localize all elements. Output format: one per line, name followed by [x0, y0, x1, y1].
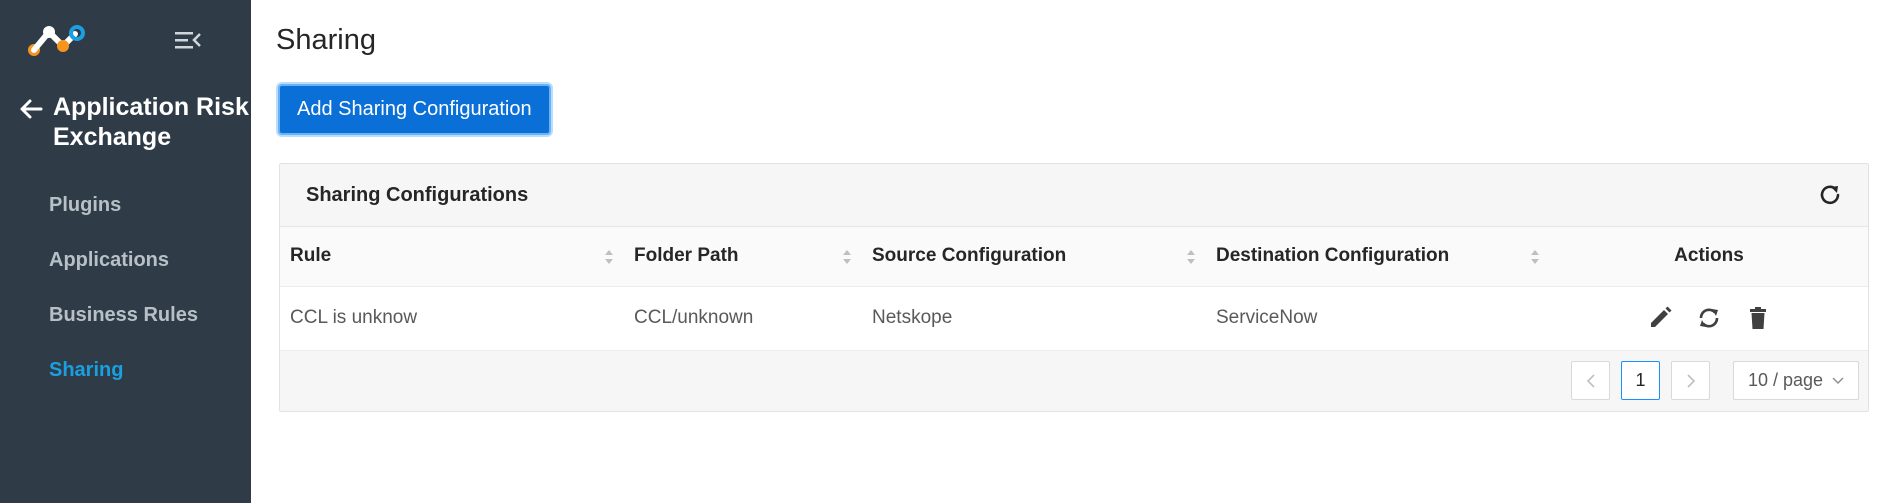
- column-header-label: Destination Configuration: [1216, 245, 1450, 267]
- table-row: CCL is unknow CCL/unknown Netskope Servi…: [280, 286, 1868, 351]
- sync-icon[interactable]: [1696, 305, 1722, 331]
- column-header-rule[interactable]: Rule: [280, 227, 624, 287]
- pagination: 1 10 / page: [1560, 361, 1859, 400]
- table-header-row: Rule Folder Path Source Configuration De…: [280, 227, 1868, 287]
- sharing-configurations-card: Sharing Configurations Rule Folder Path …: [279, 163, 1869, 412]
- add-sharing-configuration-button[interactable]: Add Sharing Configuration: [278, 84, 551, 135]
- main-content: Sharing Add Sharing Configuration Sharin…: [251, 0, 1892, 503]
- arrow-left-icon[interactable]: [18, 96, 44, 122]
- app: Application Risk Exchange Plugins Applic…: [0, 0, 1892, 503]
- sort-icon[interactable]: [842, 248, 852, 266]
- chevron-left-icon: [1586, 373, 1595, 388]
- column-header-label: Source Configuration: [872, 245, 1067, 267]
- sort-icon[interactable]: [604, 248, 614, 266]
- cell-folder-path: CCL/unknown: [624, 286, 862, 351]
- column-header-source-configuration[interactable]: Source Configuration: [862, 227, 1206, 287]
- page-button-1[interactable]: 1: [1621, 361, 1660, 400]
- sidebar-item-business-rules[interactable]: Business Rules: [0, 288, 251, 343]
- sort-icon[interactable]: [1530, 248, 1540, 266]
- edit-pencil-icon[interactable]: [1647, 305, 1673, 331]
- section-title: Application Risk Exchange: [53, 93, 249, 151]
- sidebar-item-sharing[interactable]: Sharing: [0, 343, 251, 398]
- chevron-down-icon: [1832, 377, 1844, 384]
- cell-destination-configuration: ServiceNow: [1206, 286, 1550, 351]
- cell-source-configuration: Netskope: [862, 286, 1206, 351]
- page-title: Sharing: [276, 24, 376, 56]
- column-header-label: Folder Path: [634, 245, 739, 267]
- cell-actions: [1550, 286, 1868, 351]
- card-header: Sharing Configurations: [280, 164, 1868, 227]
- sort-icon[interactable]: [1186, 248, 1196, 266]
- column-header-destination-configuration[interactable]: Destination Configuration: [1206, 227, 1550, 287]
- column-header-actions: Actions: [1550, 227, 1868, 287]
- column-header-folder-path[interactable]: Folder Path: [624, 227, 862, 287]
- column-header-label: Rule: [290, 245, 332, 267]
- sidebar: Application Risk Exchange Plugins Applic…: [0, 0, 251, 503]
- back-to-section[interactable]: Application Risk Exchange: [18, 92, 253, 152]
- chevron-right-icon: [1686, 373, 1695, 388]
- netskope-logo: [28, 25, 85, 56]
- sidebar-item-applications[interactable]: Applications: [0, 233, 251, 288]
- next-page-button[interactable]: [1671, 361, 1710, 400]
- sidebar-item-plugins[interactable]: Plugins: [0, 178, 251, 233]
- refresh-icon[interactable]: [1817, 182, 1843, 208]
- trash-icon[interactable]: [1745, 305, 1771, 331]
- menu-collapse-icon[interactable]: [174, 28, 202, 52]
- sidebar-nav: Plugins Applications Business Rules Shar…: [0, 178, 251, 398]
- card-title: Sharing Configurations: [306, 183, 529, 206]
- cell-rule: CCL is unknow: [280, 286, 624, 351]
- sharing-table: Rule Folder Path Source Configuration De…: [280, 227, 1868, 351]
- prev-page-button[interactable]: [1571, 361, 1610, 400]
- page-size-value: 10 / page: [1748, 370, 1824, 390]
- page-size-select[interactable]: 10 / page: [1733, 361, 1859, 400]
